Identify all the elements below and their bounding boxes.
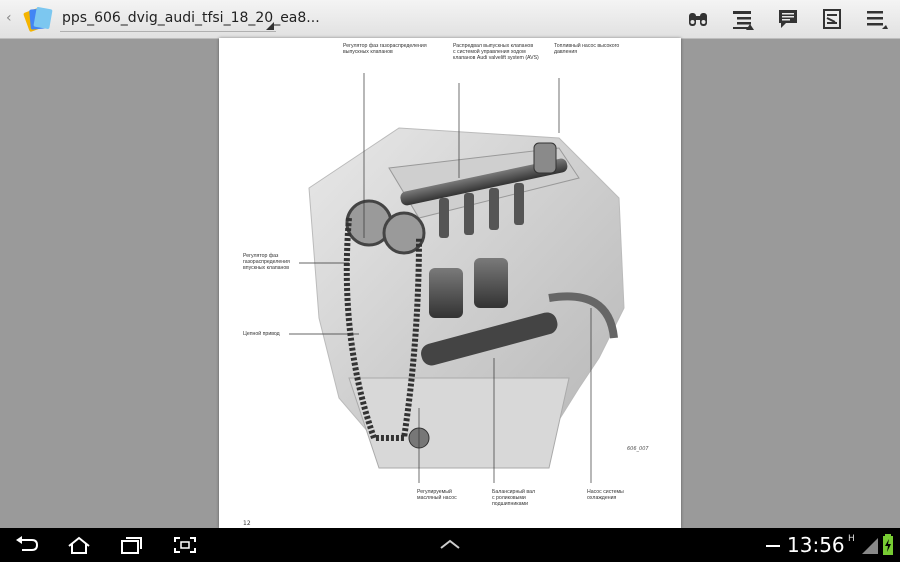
label-exhaust-camshaft: Распредвал выпускных клапанов с системой… — [453, 43, 539, 61]
page-number: 12 — [243, 520, 251, 527]
document-title[interactable]: pps_606_dvig_audi_tfsi_18_20_ea8... — [62, 10, 320, 26]
comment-icon[interactable] — [777, 8, 799, 30]
clock: 13:56 — [787, 533, 845, 557]
menu-icon[interactable] — [866, 8, 888, 30]
title-underline — [60, 31, 276, 32]
label-exhaust-phase-regulator: Регулятор фаз газораспределения выпускны… — [343, 43, 427, 55]
leader-lines — [289, 73, 592, 483]
minimize-dash-icon[interactable] — [766, 545, 780, 547]
back-chevron-icon[interactable]: ‹ — [6, 10, 12, 26]
back-nav-icon[interactable] — [14, 535, 40, 555]
label-fuel-pump: Топливный насос высокого давления — [554, 43, 620, 55]
label-intake-phase-regulator: Регулятор фаз газораспределения впускных… — [243, 253, 290, 271]
document-page[interactable]: Регулятор фаз газораспределения выпускны… — [219, 38, 681, 528]
title-dropdown-icon[interactable] — [266, 22, 274, 30]
system-bar: 13:56 H — [0, 528, 900, 562]
up-chevron-icon[interactable] — [438, 538, 462, 550]
label-balance-shaft: Балансирный вал с роликовыми подшипникам… — [492, 489, 535, 507]
screenshot-icon[interactable] — [172, 535, 198, 555]
recent-apps-icon[interactable] — [118, 535, 144, 555]
binoculars-icon[interactable] — [687, 8, 709, 30]
label-oil-pump: Регулируемый масляный насос — [417, 489, 457, 501]
action-bar: ‹ pps_606_dvig_audi_tfsi_18_20_ea8... — [0, 0, 900, 39]
label-coolant-pump: Насос системы охлаждения — [587, 489, 624, 501]
home-nav-icon[interactable] — [66, 535, 92, 555]
app-logo-icon[interactable] — [22, 4, 56, 34]
battery-icon — [883, 534, 893, 555]
outline-icon[interactable] — [732, 8, 754, 30]
signal-icon — [862, 538, 878, 554]
figure-code: 606_007 — [627, 446, 649, 452]
label-chain-drive: Цепной привод — [243, 331, 280, 337]
network-type: H — [848, 534, 855, 544]
highlight-icon[interactable] — [821, 8, 843, 30]
